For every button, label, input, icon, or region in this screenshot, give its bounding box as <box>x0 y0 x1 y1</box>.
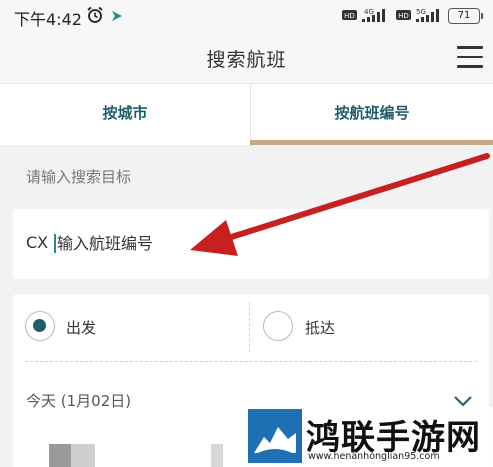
arrive-radio[interactable] <box>263 311 293 341</box>
depart-label[interactable]: 出发 <box>66 317 96 338</box>
text-caret <box>54 234 56 253</box>
depart-radio[interactable] <box>25 311 55 341</box>
page-title: 搜索航班 <box>206 49 287 71</box>
navigation-arrow-icon <box>112 11 122 21</box>
date-selector[interactable]: 今天 (1月02日) <box>26 390 131 411</box>
tab-by-flight-number[interactable]: 按航班编号 <box>250 84 493 145</box>
flight-number-field[interactable]: CX <box>13 209 489 279</box>
svg-text:4G: 4G <box>364 8 374 16</box>
cellular-signal-icon: HD 4G <box>342 8 385 22</box>
site-logo-icon <box>248 409 302 463</box>
alarm-clock-icon <box>87 6 103 23</box>
status-bar: 下午4:42 HD 4G HD 5G 71 <box>0 0 493 32</box>
status-time: 下午4:42 <box>14 10 82 29</box>
flight-number-input[interactable] <box>57 227 437 259</box>
header: 搜索航班 <box>0 32 493 84</box>
radio-divider <box>249 302 250 352</box>
chevron-down-icon[interactable] <box>453 394 473 408</box>
direction-radio-group: 出发 抵达 <box>13 294 489 360</box>
hamburger-menu-icon[interactable] <box>457 46 483 68</box>
tab-bar: 按城市 按航班编号 <box>0 84 493 145</box>
svg-text:HD: HD <box>344 12 355 20</box>
svg-text:HD: HD <box>398 12 409 20</box>
svg-text:5G: 5G <box>416 8 426 16</box>
battery-icon: 71 <box>448 8 483 24</box>
arrive-label[interactable]: 抵达 <box>305 317 335 338</box>
search-section-label: 请输入搜索目标 <box>26 168 132 186</box>
watermark: 鸿联手游网 www.henanhonglian95.com <box>246 407 493 467</box>
active-tab-indicator <box>250 140 493 145</box>
tab-by-city[interactable]: 按城市 <box>0 84 250 145</box>
watermark-url: www.henanhonglian95.com <box>308 451 440 462</box>
cellular-signal-2-icon: HD 5G <box>396 8 439 22</box>
airline-prefix: CX <box>26 233 49 252</box>
row-divider <box>25 361 477 362</box>
